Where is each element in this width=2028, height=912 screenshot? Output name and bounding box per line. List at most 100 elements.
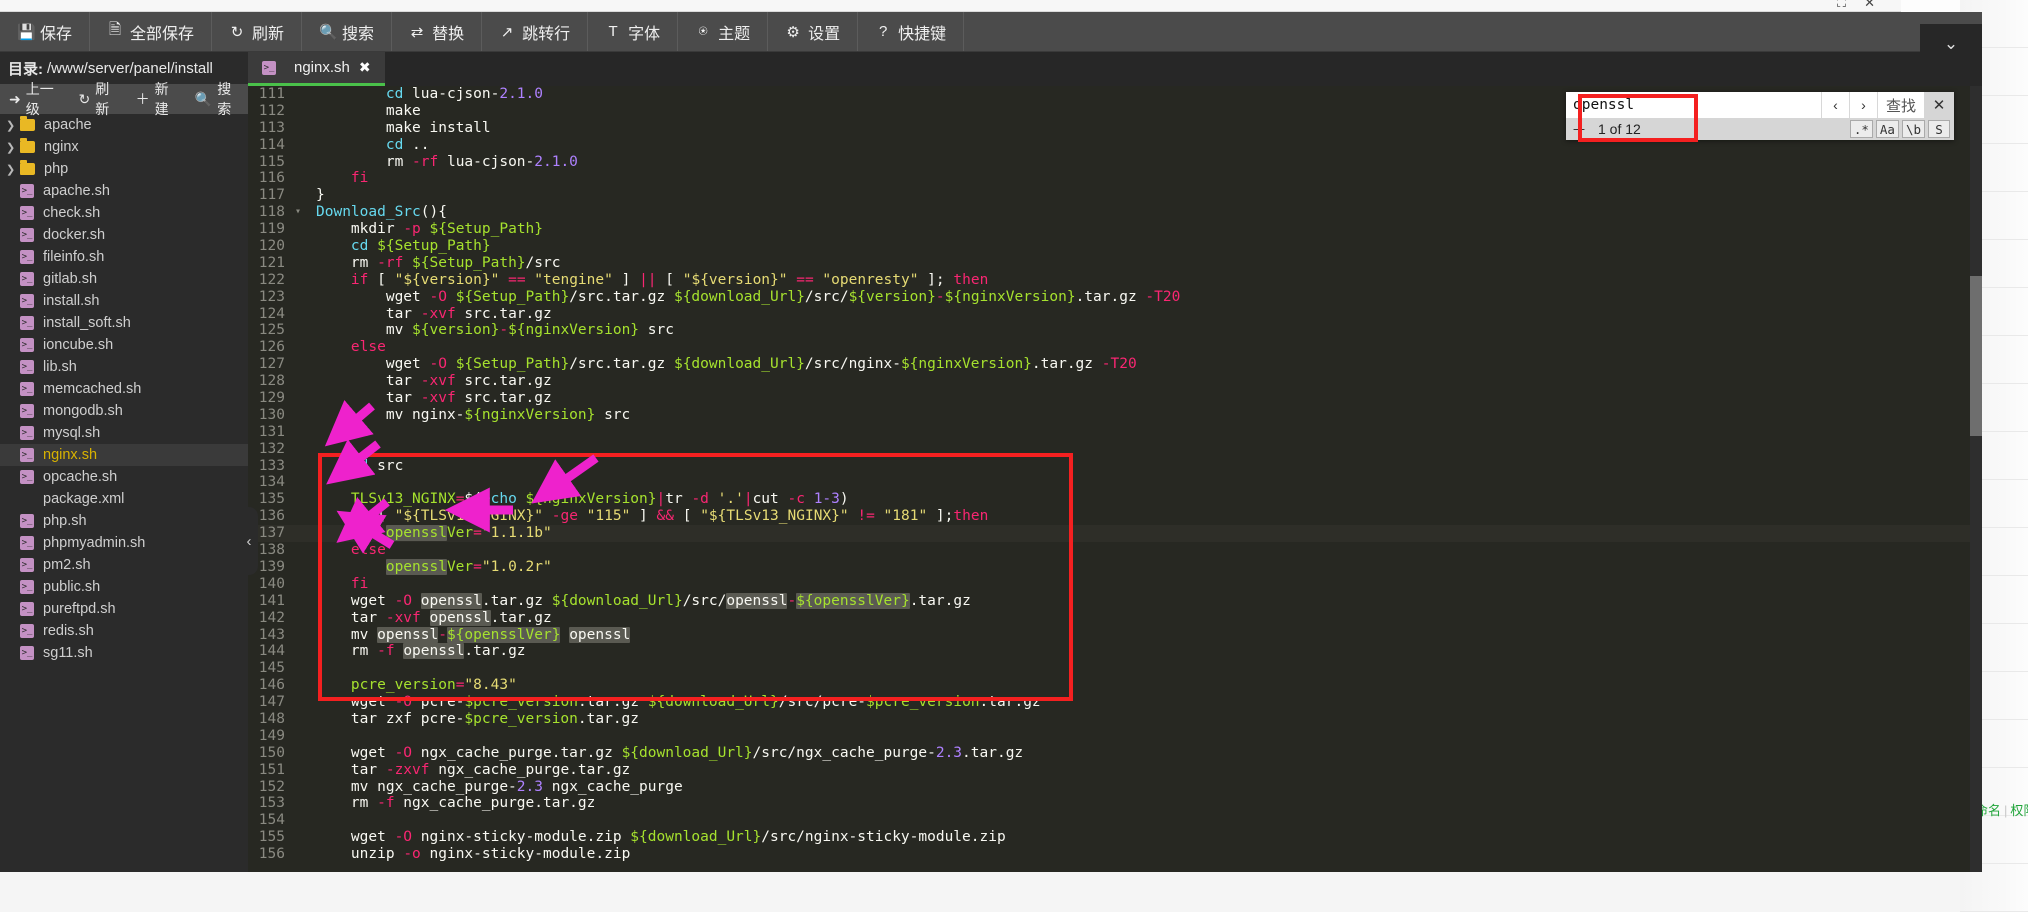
tree-item-pureftpd-sh[interactable]: >_pureftpd.sh xyxy=(0,598,248,620)
tree-item-apache-sh[interactable]: >_apache.sh xyxy=(0,180,248,202)
search-icon: 🔍 xyxy=(195,91,212,108)
file-op-refresh[interactable]: ↻刷新 xyxy=(69,79,126,119)
tree-item-redis-sh[interactable]: >_redis.sh xyxy=(0,620,248,642)
code-token: make xyxy=(316,103,421,119)
tree-item-check-sh[interactable]: >_check.sh xyxy=(0,202,248,224)
toolbar-button-label: 替换 xyxy=(432,20,464,44)
replace-icon: ⇄ xyxy=(409,23,425,41)
file-op-search[interactable]: 🔍搜索 xyxy=(186,79,248,119)
toolbar-button-search[interactable]: 🔍搜索 xyxy=(302,12,392,51)
find-option-1[interactable]: Aa xyxy=(1876,120,1899,138)
code-token: -f xyxy=(377,643,394,659)
tree-item-phpmyadmin-sh[interactable]: >_phpmyadmin.sh xyxy=(0,532,248,554)
code-text: fi xyxy=(304,424,368,441)
tree-item-public-sh[interactable]: >_public.sh xyxy=(0,576,248,598)
toolbar-button-theme[interactable]: ⍟主题 xyxy=(678,12,768,51)
code-token: ${Setup_Path} xyxy=(430,221,544,237)
code-token: .tar.gz xyxy=(578,694,648,710)
tree-item-label: php.sh xyxy=(43,513,87,529)
toolbar-button-save-all[interactable]: 🗎全部保存 xyxy=(90,12,212,51)
tree-item-mysql-sh[interactable]: >_mysql.sh xyxy=(0,422,248,444)
find-option-2[interactable]: \b xyxy=(1902,120,1925,138)
find-expand-button[interactable]: ＋ xyxy=(1568,119,1590,140)
maximize-icon[interactable]: ⛶ xyxy=(1837,0,1846,9)
chevron-right-icon[interactable]: ❯ xyxy=(6,141,20,154)
code-token: [ xyxy=(368,508,394,524)
code-token: ngx_cache_purge.tar.gz xyxy=(395,795,596,811)
tree-item-sg11-sh[interactable]: >_sg11.sh xyxy=(0,642,248,664)
tab-close-icon[interactable]: ✖ xyxy=(359,59,371,76)
code-token: -xvf xyxy=(421,306,456,322)
search-input[interactable] xyxy=(1566,92,1821,118)
toolbar-button-refresh[interactable]: ↻刷新 xyxy=(212,12,302,51)
search-match-highlight: openssl xyxy=(403,643,464,659)
find-close-button[interactable]: ✕ xyxy=(1924,92,1954,118)
find-button[interactable]: 查找 xyxy=(1877,92,1924,118)
file-op-up-level[interactable]: ➜上一级 xyxy=(0,79,69,119)
code-token: | xyxy=(657,491,666,507)
tree-item-opcache-sh[interactable]: >_opcache.sh xyxy=(0,466,248,488)
code-token: ]; xyxy=(927,508,953,524)
tree-item-pm2-sh[interactable]: >_pm2.sh xyxy=(0,554,248,576)
code-token: mv xyxy=(316,627,377,643)
tree-item-lib-sh[interactable]: >_lib.sh xyxy=(0,356,248,378)
fold-spacer xyxy=(292,508,304,525)
code-line: 145 xyxy=(248,660,1982,677)
code-token: ngx_cache_purge.tar.gz xyxy=(430,762,631,778)
tree-item-apache[interactable]: ❯apache xyxy=(0,114,248,136)
tree-item-nginx[interactable]: ❯nginx xyxy=(0,136,248,158)
sidebar-collapse-handle[interactable]: ‹ xyxy=(240,507,258,575)
chevron-right-icon[interactable]: ❯ xyxy=(6,163,20,176)
code-token: "tengine" xyxy=(534,272,613,288)
find-next-button[interactable]: › xyxy=(1849,92,1877,118)
file-op-new[interactable]: ＋新建 xyxy=(127,79,186,119)
tree-item-install-sh[interactable]: >_install.sh xyxy=(0,290,248,312)
search-match-highlight: ${opensslVer} xyxy=(796,593,910,609)
find-option-0[interactable]: .* xyxy=(1850,120,1873,138)
toolbar-button-goto-line[interactable]: ↗跳转行 xyxy=(482,12,588,51)
toolbar-button-save[interactable]: 💾保存 xyxy=(0,12,90,51)
code-token: nginx-sticky-module.zip xyxy=(412,829,630,845)
code-token: /src/ngx_cache_purge- xyxy=(753,745,936,761)
fold-spacer xyxy=(292,779,304,796)
tree-item-php-sh[interactable]: >_php.sh xyxy=(0,510,248,532)
code-text: fi xyxy=(304,576,368,593)
toolbar-button-replace[interactable]: ⇄ 替换 xyxy=(392,12,482,51)
tree-item-gitlab-sh[interactable]: >_gitlab.sh xyxy=(0,268,248,290)
tree-item-install_soft-sh[interactable]: >_install_soft.sh xyxy=(0,312,248,334)
tree-item-ioncube-sh[interactable]: >_ioncube.sh xyxy=(0,334,248,356)
tab-nginx-sh[interactable]: >_ nginx.sh ✖ xyxy=(248,52,385,86)
code-token xyxy=(316,238,351,254)
background-permission-link[interactable]: 权限 xyxy=(2010,803,2028,818)
tree-item-fileinfo-sh[interactable]: >_fileinfo.sh xyxy=(0,246,248,268)
code-token: cd xyxy=(386,86,403,102)
code-vertical-scrollbar[interactable] xyxy=(1970,86,1982,872)
tree-item-docker-sh[interactable]: >_docker.sh xyxy=(0,224,248,246)
close-icon[interactable]: ✕ xyxy=(1864,0,1875,9)
code-token: cd xyxy=(351,238,368,254)
tree-item-label: gitlab.sh xyxy=(43,271,97,287)
tree-item-nginx-sh[interactable]: >_nginx.sh xyxy=(0,444,248,466)
toolbar-button-font[interactable]: T字体 xyxy=(588,12,678,51)
tree-item-package-xml[interactable]: package.xml xyxy=(0,488,248,510)
tree-item-mongodb-sh[interactable]: >_mongodb.sh xyxy=(0,400,248,422)
code-text: cd src xyxy=(304,458,403,475)
toolbar-button-settings[interactable]: ⚙设置 xyxy=(768,12,858,51)
fold-toggle-icon[interactable]: ▾ xyxy=(292,204,304,221)
find-previous-button[interactable]: ‹ xyxy=(1821,92,1849,118)
code-token: cd xyxy=(386,137,403,153)
code-token: ${nginxVersion} xyxy=(464,407,595,423)
code-scroll-area[interactable]: 111 cd lua-cjson-2.1.0112 make113 make i… xyxy=(248,86,1982,872)
tree-item-php[interactable]: ❯php xyxy=(0,158,248,180)
code-token: -zxvf xyxy=(386,762,430,778)
scrollbar-thumb[interactable] xyxy=(1970,276,1982,436)
editor-pane: >_ nginx.sh ✖ 111 cd lua-cjson-2.1.0112 … xyxy=(248,52,1982,872)
code-text: wget -O ${Setup_Path}/src.tar.gz ${downl… xyxy=(304,356,1137,373)
find-option-3[interactable]: S xyxy=(1928,120,1950,138)
toolbar-button-shortcut[interactable]: ?快捷键 xyxy=(858,12,964,51)
code-token: /src/nginx-sticky-module.zip xyxy=(761,829,1005,845)
chevron-right-icon[interactable]: ❯ xyxy=(6,119,20,132)
line-number: 112 xyxy=(248,103,292,120)
shell-file-icon: >_ xyxy=(20,360,34,374)
tree-item-memcached-sh[interactable]: >_memcached.sh xyxy=(0,378,248,400)
